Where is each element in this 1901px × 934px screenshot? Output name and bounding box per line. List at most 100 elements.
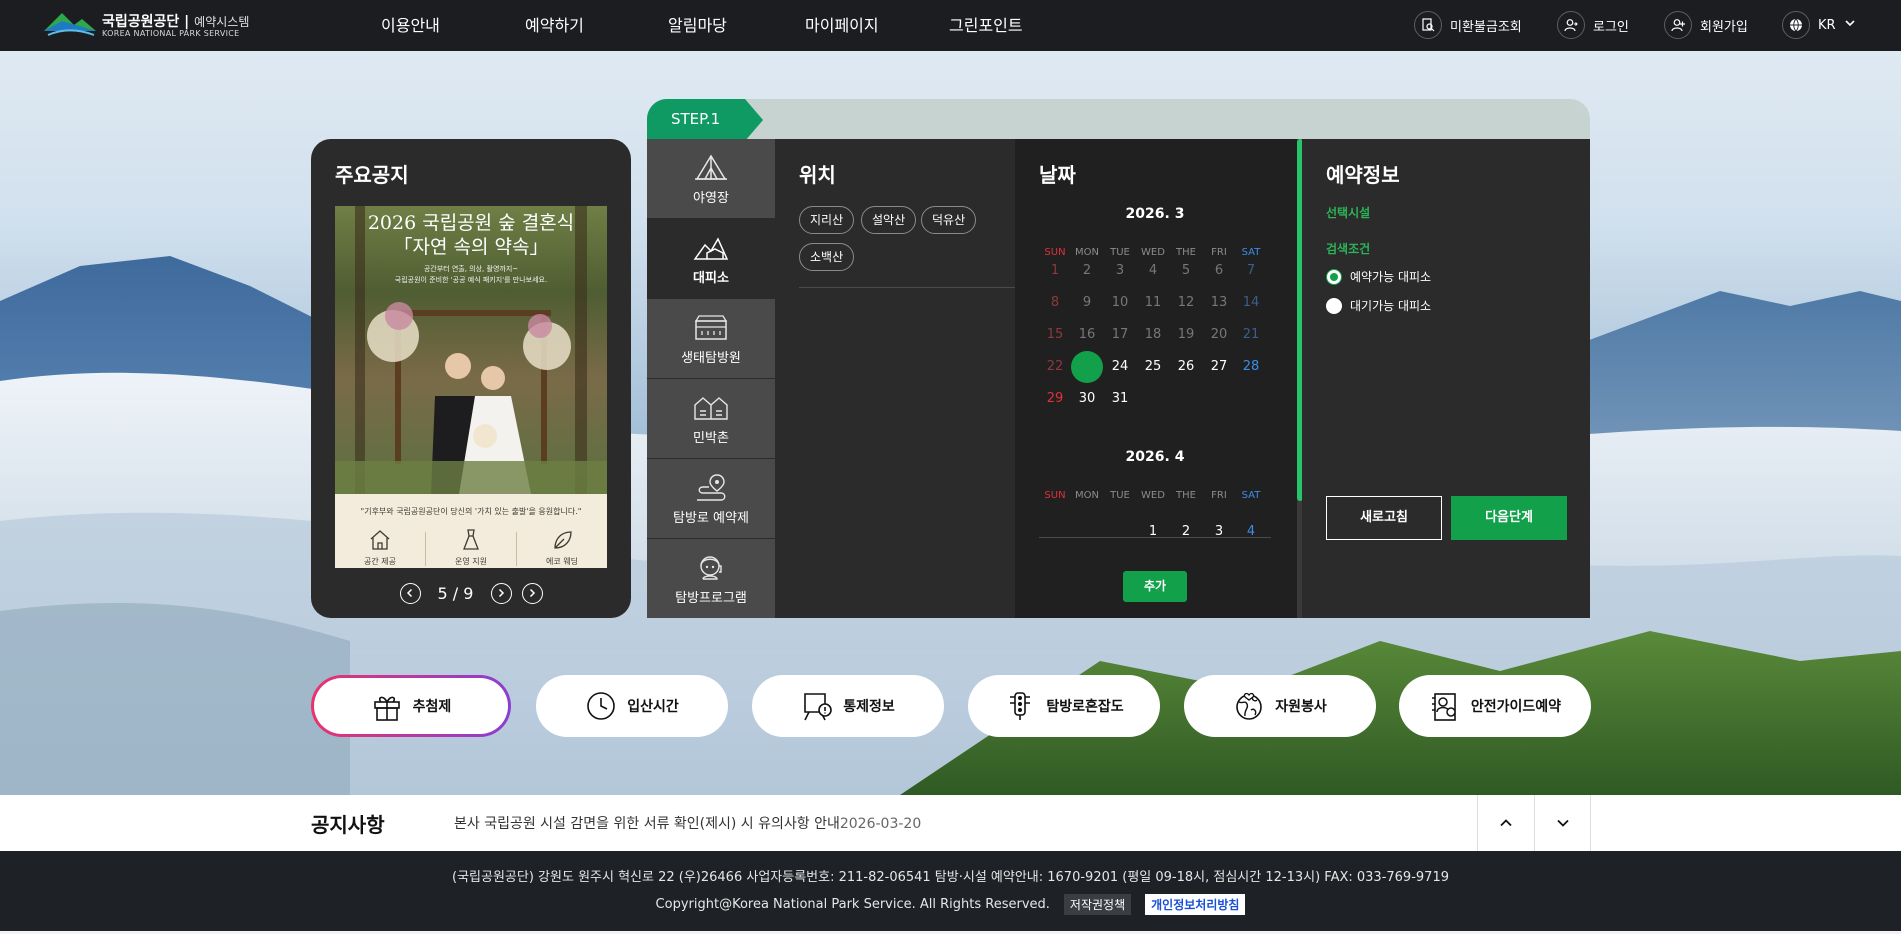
poster-feature-space: 공간 제공 xyxy=(335,526,425,568)
house-icon xyxy=(370,530,390,550)
calendar-day[interactable]: 28 xyxy=(1235,351,1267,383)
location-chip-seoraksan[interactable]: 설악산 xyxy=(861,206,917,234)
play-icon xyxy=(529,588,536,598)
copyright-policy-link[interactable]: 저작권정책 xyxy=(1063,894,1132,915)
calendar-day[interactable]: 24 xyxy=(1104,351,1136,383)
calendar-day[interactable]: 14 xyxy=(1235,287,1267,319)
chevron-right-icon xyxy=(498,588,505,598)
location-divider xyxy=(799,287,1015,288)
user-add-icon xyxy=(1664,11,1692,39)
calendar-day[interactable]: 5 xyxy=(1170,255,1202,287)
calendar-day[interactable]: 19 xyxy=(1170,319,1202,351)
calendar-day[interactable]: 13 xyxy=(1203,287,1235,319)
village-icon xyxy=(694,397,728,420)
category-eco-center[interactable]: 생태탐방원 xyxy=(647,299,775,378)
calendar-day-selected[interactable] xyxy=(1071,351,1103,383)
calendar-day[interactable]: 6 xyxy=(1203,255,1235,287)
category-trail-reservation[interactable]: 탐방로 예약제 xyxy=(647,459,775,538)
language-selector[interactable]: KR xyxy=(1782,10,1856,40)
location-chip-sobaeksan[interactable]: 소백산 xyxy=(799,243,855,271)
step-label: STEP.1 xyxy=(671,110,721,128)
option-available-shelter[interactable]: 예약가능 대피소 xyxy=(1326,268,1431,285)
quick-lottery-button[interactable]: 추첨제 xyxy=(311,675,511,737)
language-label: KR xyxy=(1818,17,1836,33)
calendar-day[interactable]: 1 xyxy=(1137,516,1169,548)
calendar-day[interactable]: 10 xyxy=(1104,287,1136,319)
add-date-button[interactable]: 추가 xyxy=(1123,571,1187,602)
nav-notices[interactable]: 알림마당 xyxy=(668,12,727,36)
calendar-day[interactable]: 17 xyxy=(1104,319,1136,351)
date-title: 날짜 xyxy=(1039,163,1076,187)
safety-guide-icon xyxy=(1431,693,1456,721)
site-logo[interactable]: 국립공원공단 | 예약시스템 KOREA NATIONAL PARK SERVI… xyxy=(42,7,252,41)
privacy-policy-link[interactable]: 개인정보처리방침 xyxy=(1145,894,1246,915)
calendar-day[interactable]: 22 xyxy=(1039,351,1071,383)
notice-poster-banner[interactable]: 2026 국립공원 숲 결혼식 「자연 속의 약속」 공간부터 연출, 의상, … xyxy=(335,206,607,568)
next-slide-button[interactable] xyxy=(490,582,512,604)
nav-greenpoint[interactable]: 그린포인트 xyxy=(949,12,1023,36)
calendar-day[interactable]: 9 xyxy=(1071,287,1103,319)
weekday-header: SAT xyxy=(1241,490,1261,501)
refund-lookup-label: 미환불금조회 xyxy=(1450,19,1522,35)
calendar-day[interactable]: 25 xyxy=(1137,351,1169,383)
calendar-day[interactable]: 3 xyxy=(1203,516,1235,548)
trail-pin-icon xyxy=(697,474,726,501)
next-step-button[interactable]: 다음단계 xyxy=(1451,496,1567,540)
calendar-day[interactable]: 27 xyxy=(1203,351,1235,383)
calendar-day[interactable]: 21 xyxy=(1235,319,1267,351)
category-shelter[interactable]: 대피소 xyxy=(647,219,775,298)
nav-usage-guide[interactable]: 이용안내 xyxy=(381,12,440,36)
dress-icon xyxy=(463,529,479,550)
calendar-day[interactable]: 1 xyxy=(1039,255,1071,287)
calendar-day[interactable]: 26 xyxy=(1170,351,1202,383)
play-slide-button[interactable] xyxy=(521,582,543,604)
calendar-day[interactable]: 31 xyxy=(1104,383,1136,415)
nav-reservation[interactable]: 예약하기 xyxy=(525,12,584,36)
category-village[interactable]: 민박촌 xyxy=(647,379,775,458)
clock-icon xyxy=(587,692,616,720)
park-logo-icon xyxy=(44,13,96,36)
calendar-day[interactable]: 30 xyxy=(1071,383,1103,415)
featured-notice-title: 주요공지 xyxy=(335,163,409,187)
location-chip-jirisan[interactable]: 지리산 xyxy=(799,206,855,234)
quick-entry-time-button[interactable]: 입산시간 xyxy=(536,675,728,737)
category-campsite[interactable]: 야영장 xyxy=(647,139,775,218)
weekday-header: SUN xyxy=(1044,490,1066,501)
slide-counter: 5 / 9 xyxy=(437,583,474,603)
calendar-day[interactable]: 15 xyxy=(1039,319,1071,351)
calendar-day[interactable]: 2 xyxy=(1071,255,1103,287)
nav-mypage[interactable]: 마이페이지 xyxy=(805,12,879,36)
calendar-day[interactable]: 29 xyxy=(1039,383,1071,415)
notice-prev-button[interactable] xyxy=(1477,795,1534,851)
prev-slide-button[interactable] xyxy=(399,582,421,604)
calendar-day[interactable]: 3 xyxy=(1104,255,1136,287)
notice-next-button[interactable] xyxy=(1534,795,1591,851)
calendar-day[interactable]: 20 xyxy=(1203,319,1235,351)
reset-button[interactable]: 새로고침 xyxy=(1326,496,1442,540)
radio-unselected[interactable] xyxy=(1326,297,1342,314)
option-waitlist-shelter[interactable]: 대기가능 대피소 xyxy=(1326,297,1431,314)
calendar-day[interactable]: 4 xyxy=(1235,516,1267,548)
quick-control-info-button[interactable]: 통제정보 xyxy=(752,675,944,737)
location-chip-deogyusan[interactable]: 덕유산 xyxy=(921,206,977,234)
calendar-day[interactable]: 8 xyxy=(1039,287,1071,319)
login-link[interactable]: 로그인 xyxy=(1557,10,1629,40)
quick-safety-guide-button[interactable]: 안전가이드예약 xyxy=(1399,675,1591,737)
quick-trail-congestion-button[interactable]: 탐방로혼잡도 xyxy=(968,675,1160,737)
radio-selected[interactable] xyxy=(1326,268,1342,285)
notice-ticker-item[interactable]: 본사 국립공원 시설 감면을 위한 서류 확인(제시) 시 유의사항 안내202… xyxy=(454,813,921,833)
calendar-day[interactable]: 7 xyxy=(1235,255,1267,287)
signup-link[interactable]: 회원가입 xyxy=(1664,10,1748,40)
calendar-month-label: 2026. 3 xyxy=(1125,206,1185,222)
calendar-day[interactable]: 16 xyxy=(1071,319,1103,351)
calendar-day[interactable]: 4 xyxy=(1137,255,1169,287)
calendar-day[interactable]: 18 xyxy=(1137,319,1169,351)
chevron-down-icon xyxy=(1844,17,1856,33)
calendar-day[interactable]: 12 xyxy=(1170,287,1202,319)
category-program[interactable]: 탐방프로그램 xyxy=(647,539,775,618)
signup-label: 회원가입 xyxy=(1700,19,1748,35)
calendar-day[interactable]: 11 xyxy=(1137,287,1169,319)
quick-volunteer-button[interactable]: 자원봉사 xyxy=(1184,675,1376,737)
calendar-day[interactable]: 2 xyxy=(1170,516,1202,548)
refund-lookup-link[interactable]: 미환불금조회 xyxy=(1414,10,1522,40)
